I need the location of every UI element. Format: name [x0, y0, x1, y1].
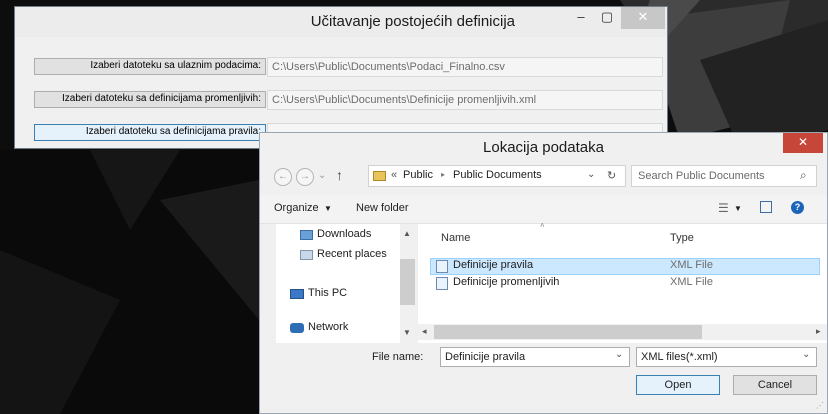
- scroll-left-icon[interactable]: ◂: [422, 326, 427, 337]
- nav-item-recent-places[interactable]: Recent places: [317, 248, 387, 260]
- resize-grip-icon[interactable]: ⋰: [816, 401, 824, 410]
- scroll-up-icon[interactable]: ▲: [403, 229, 411, 238]
- organize-dropdown-icon[interactable]: ▼: [324, 204, 332, 213]
- network-icon: [290, 323, 304, 333]
- variables-definition-path: C:\Users\Public\Documents\Definicije pro…: [267, 90, 663, 110]
- view-options-icon[interactable]: ☰: [718, 201, 729, 215]
- main-window: Učitavanje postojećih definicija – ▢ ✕ I…: [14, 6, 668, 149]
- breadcrumb-public-documents[interactable]: Public Documents: [453, 169, 542, 181]
- file-name-input[interactable]: Definicije pravila: [440, 347, 630, 367]
- forward-icon[interactable]: →: [296, 168, 314, 186]
- file-dialog: Lokacija podataka ✕ ← → ⌄ ↑ « Public ▸ P…: [259, 132, 828, 414]
- file-name-definicije-promenljivih[interactable]: Definicije promenljivih: [453, 276, 559, 288]
- cancel-button[interactable]: Cancel: [733, 375, 817, 395]
- refresh-icon[interactable]: ↻: [607, 169, 616, 182]
- back-icon[interactable]: ←: [274, 168, 292, 186]
- file-name-label: File name:: [372, 351, 424, 363]
- breadcrumb-public[interactable]: Public: [403, 169, 433, 181]
- xml-file-icon: [436, 260, 448, 273]
- scroll-thumb[interactable]: [400, 259, 415, 305]
- preview-pane-icon[interactable]: [760, 201, 772, 213]
- minimize-icon[interactable]: –: [568, 7, 594, 29]
- maximize-icon[interactable]: ▢: [594, 7, 620, 29]
- select-input-data-button[interactable]: Izaberi datoteku sa ulaznim podacima:: [34, 58, 266, 75]
- recent-locations-icon[interactable]: ⌄: [318, 170, 326, 181]
- scroll-right-icon[interactable]: ▸: [816, 326, 821, 337]
- nav-item-this-pc[interactable]: This PC: [308, 287, 347, 299]
- file-name-dropdown-icon[interactable]: ⌄: [615, 349, 623, 360]
- view-dropdown-icon[interactable]: ▼: [734, 204, 742, 213]
- filter-dropdown-icon[interactable]: ⌄: [802, 349, 810, 360]
- main-title-bar: Učitavanje postojećih definicija – ▢ ✕: [15, 7, 667, 37]
- search-input[interactable]: Search Public Documents: [631, 165, 817, 187]
- dialog-close-icon[interactable]: ✕: [783, 133, 823, 153]
- column-header-type[interactable]: Type: [670, 232, 694, 244]
- dialog-toolbar: Organize ▼ New folder ☰ ▼ ?: [260, 195, 827, 224]
- nav-item-network[interactable]: Network: [308, 321, 348, 333]
- scroll-down-icon[interactable]: ▼: [403, 328, 411, 337]
- downloads-folder-icon: [300, 230, 313, 240]
- file-name-definicije-pravila[interactable]: Definicije pravila: [453, 259, 533, 271]
- open-button[interactable]: Open: [636, 375, 720, 395]
- file-type-filter-select[interactable]: XML files(*.xml): [636, 347, 817, 367]
- help-icon[interactable]: ?: [791, 201, 804, 214]
- file-list-horizontal-scrollbar[interactable]: ◂ ▸: [418, 324, 827, 340]
- dialog-title-bar: Lokacija podataka ✕: [260, 133, 827, 163]
- nav-item-downloads[interactable]: Downloads: [317, 228, 371, 240]
- column-header-name[interactable]: Name: [441, 232, 470, 244]
- new-folder-button[interactable]: New folder: [356, 202, 409, 214]
- input-data-path: C:\Users\Public\Documents\Podaci_Finalno…: [267, 57, 663, 77]
- breadcrumb-separator: ▸: [441, 170, 446, 179]
- dialog-title: Lokacija podataka: [483, 139, 604, 156]
- file-type: XML File: [670, 259, 713, 271]
- main-window-title: Učitavanje postojećih definicija: [310, 13, 515, 30]
- recent-places-icon: [300, 250, 313, 260]
- address-dropdown-icon[interactable]: ⌄: [587, 169, 595, 180]
- breadcrumb-overflow[interactable]: «: [391, 169, 397, 181]
- up-icon[interactable]: ↑: [336, 167, 343, 183]
- select-variables-definition-button[interactable]: Izaberi datoteku sa definicijama promenl…: [34, 91, 266, 108]
- sort-ascending-icon: ˄: [540, 221, 545, 230]
- select-rules-definition-button[interactable]: Izaberi datoteku sa definicijama pravila…: [34, 124, 266, 141]
- this-pc-icon: [290, 289, 304, 299]
- file-type: XML File: [670, 276, 713, 288]
- close-icon[interactable]: ✕: [621, 7, 665, 29]
- xml-file-icon: [436, 277, 448, 290]
- navigation-pane-scrollbar[interactable]: ▲ ▼: [400, 224, 415, 343]
- address-bar[interactable]: « Public ▸ Public Documents ⌄ ↻: [368, 165, 626, 187]
- folder-icon: [373, 171, 386, 181]
- horizontal-scroll-thumb[interactable]: [434, 325, 702, 339]
- organize-button[interactable]: Organize: [274, 202, 319, 214]
- search-icon: ⌕: [800, 168, 807, 182]
